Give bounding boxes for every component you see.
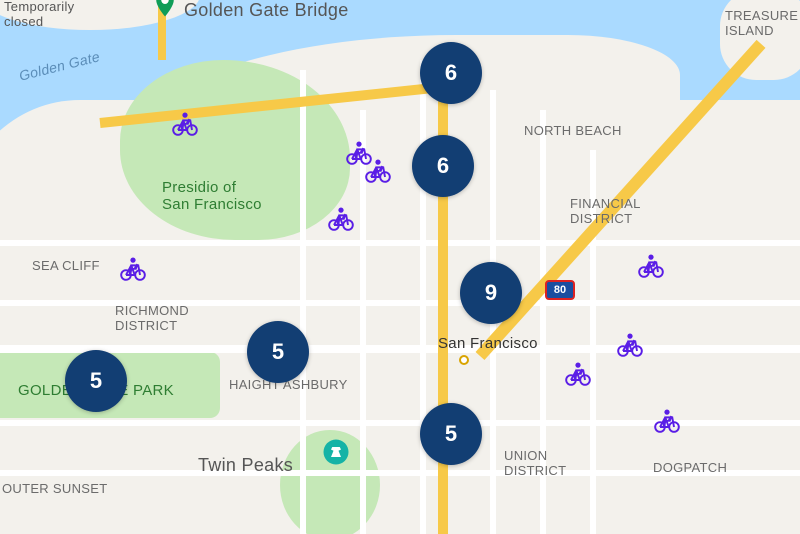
cluster-count: 9 — [485, 280, 497, 306]
cluster-count: 5 — [272, 339, 284, 365]
land-east — [720, 280, 800, 534]
bike-icon[interactable] — [119, 254, 147, 282]
bridge-label: Golden Gate Bridge — [184, 0, 349, 21]
bridge-pin-icon — [150, 0, 180, 19]
road-grid — [420, 60, 426, 534]
bike-icon[interactable] — [653, 406, 681, 434]
hwy-shield-80: 80 — [545, 280, 575, 300]
hwy-shield-text: 80 — [554, 284, 566, 296]
road-grid — [0, 240, 800, 246]
bike-icon[interactable] — [616, 330, 644, 358]
cluster-marker[interactable]: 5 — [420, 403, 482, 465]
map-canvas[interactable]: Golden Gate Bridge Temporarily closed Go… — [0, 0, 800, 534]
bike-icon[interactable] — [564, 359, 592, 387]
bike-icon[interactable] — [637, 251, 665, 279]
road-grid — [0, 300, 800, 306]
cluster-marker[interactable]: 6 — [412, 135, 474, 197]
cluster-count: 6 — [437, 153, 449, 179]
cluster-count: 5 — [445, 421, 457, 447]
cluster-marker[interactable]: 6 — [420, 42, 482, 104]
road-grid — [0, 470, 800, 476]
bike-icon[interactable] — [171, 109, 199, 137]
cluster-marker[interactable]: 5 — [247, 321, 309, 383]
cluster-count: 5 — [90, 368, 102, 394]
cluster-count: 6 — [445, 60, 457, 86]
bike-icon[interactable] — [364, 156, 392, 184]
city-marker — [459, 355, 469, 365]
twin-peaks-pin-icon — [321, 437, 351, 467]
water-label: Golden Gate — [17, 48, 101, 84]
road-grid — [590, 150, 596, 534]
cluster-marker[interactable]: 9 — [460, 262, 522, 324]
road-grid — [0, 345, 800, 353]
bike-icon[interactable] — [327, 204, 355, 232]
cluster-marker[interactable]: 5 — [65, 350, 127, 412]
